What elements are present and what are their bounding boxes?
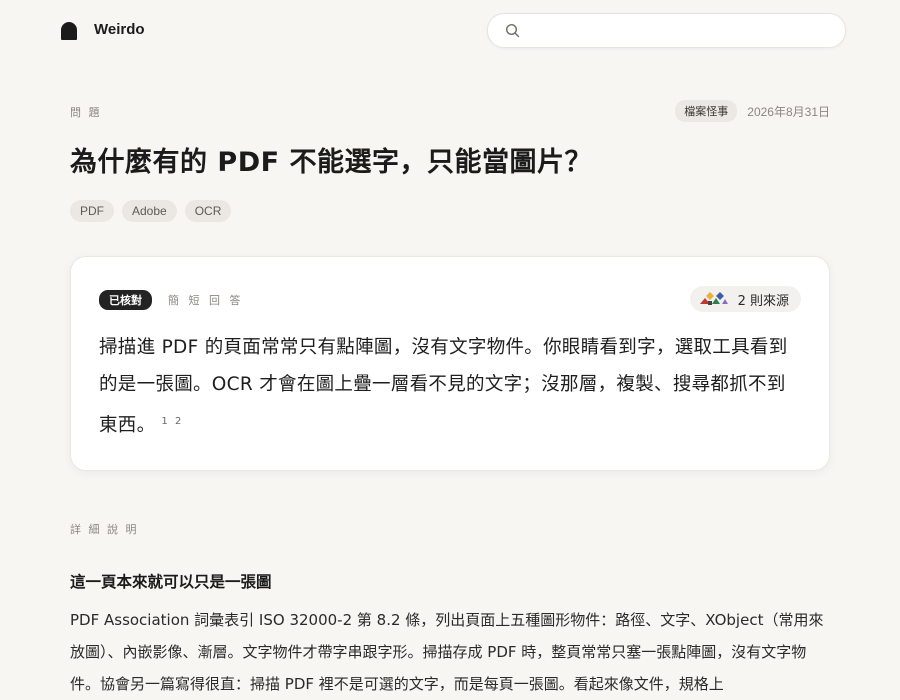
sources-button[interactable]: 2 則來源 (689, 286, 801, 312)
tag-pdf[interactable]: PDF (70, 200, 114, 222)
top-bar: Weirdo (0, 0, 900, 62)
search-input[interactable] (528, 20, 832, 42)
citation-links[interactable]: 1 2 (161, 416, 183, 427)
article-meta: 檔案怪事 2026年8月31日 (675, 100, 830, 122)
short-answer-text: 掃描進 PDF 的頁面常常只有點陣圖，沒有文字物件。你眼睛看到字，選取工具看到的… (99, 329, 799, 444)
section-label-details: 詳 細 說 明 (70, 523, 139, 536)
tag-list: PDF Adobe OCR (70, 200, 232, 222)
source-favicons-icon (699, 292, 728, 305)
logo-icon[interactable] (61, 22, 77, 40)
publish-date: 2026年8月31日 (747, 104, 830, 119)
tag-ocr[interactable]: OCR (184, 200, 232, 222)
detail-paragraph: PDF Association 詞彙表引 ISO 32000-2 第 8.2 條… (70, 611, 824, 693)
short-answer-card: 已核對 簡 短 回 答 2 則來源 掃描進 PDF 的頁面常常只有點陣圖，沒有文… (70, 256, 830, 471)
tag-adobe[interactable]: Adobe (122, 200, 177, 222)
short-answer-label: 簡 短 回 答 (168, 294, 244, 307)
category-chip[interactable]: 檔案怪事 (675, 100, 738, 122)
verified-badge: 已核對 (99, 290, 152, 310)
answer-body: 掃描進 PDF 的頁面常常只有點陣圖，沒有文字物件。你眼睛看到字，選取工具看到的… (99, 337, 788, 437)
search-icon (505, 23, 520, 38)
sources-count: 2 則來源 (737, 293, 789, 309)
section-label-question: 問 題 (70, 106, 102, 119)
section-heading: 這一頁本來就可以只是一張圖 (70, 573, 272, 591)
brand-name[interactable]: Weirdo (94, 21, 145, 38)
search-box[interactable] (487, 13, 846, 48)
page-title: 為什麼有的 PDF 不能選字，只能當圖片？ (70, 147, 592, 178)
